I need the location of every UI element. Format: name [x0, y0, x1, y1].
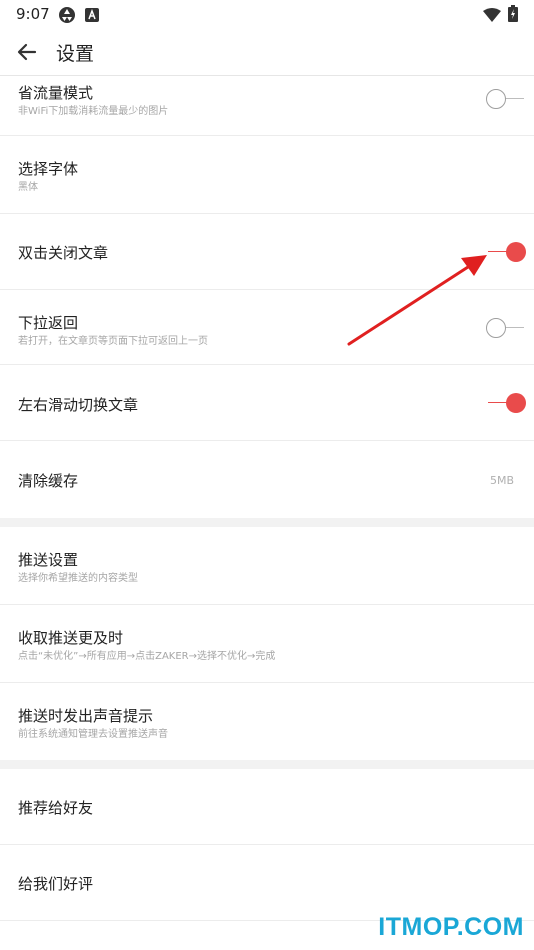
- settings-wheel-icon: [58, 6, 76, 28]
- setting-title: 下拉返回: [18, 314, 79, 332]
- cache-size: 5MB: [489, 474, 514, 487]
- settings-list: 省流量模式 非WiFi下加载消耗流量最少的图片 选择字体 黑体 双击关闭文章 下…: [0, 76, 534, 921]
- setting-pull-back[interactable]: 下拉返回 若打开，在文章页等页面下拉可返回上一页: [0, 290, 534, 365]
- setting-title: 清除缓存: [18, 472, 79, 490]
- toggle-knob: [506, 242, 526, 262]
- setting-title: 左右滑动切换文章: [18, 396, 139, 414]
- watermark: ITMOP.COM: [378, 913, 524, 941]
- setting-subtitle: 前往系统通知管理去设置推送声音: [18, 729, 168, 740]
- setting-font[interactable]: 选择字体 黑体: [0, 136, 534, 214]
- setting-title: 双击关闭文章: [18, 244, 109, 262]
- back-button[interactable]: [12, 38, 42, 66]
- setting-subtitle: 非WiFi下加载消耗流量最少的图片: [18, 106, 169, 117]
- setting-title: 推送设置: [18, 551, 79, 569]
- arrow-left-icon: [17, 43, 37, 61]
- double-tap-close-toggle[interactable]: [486, 242, 526, 262]
- wifi-icon: [483, 7, 501, 26]
- pull-back-toggle[interactable]: [486, 318, 526, 338]
- setting-data-saver[interactable]: 省流量模式 非WiFi下加载消耗流量最少的图片: [0, 76, 534, 136]
- setting-clear-cache[interactable]: 清除缓存 5MB: [0, 441, 534, 518]
- setting-swipe-switch[interactable]: 左右滑动切换文章: [0, 365, 534, 441]
- setting-title: 收取推送更及时: [18, 629, 124, 647]
- toggle-knob: [486, 318, 506, 338]
- status-bar: 9:07: [0, 0, 534, 28]
- setting-title: 省流量模式: [18, 84, 94, 102]
- setting-subtitle: 黑体: [18, 182, 38, 193]
- page-title: 设置: [56, 43, 95, 65]
- section-divider: [0, 760, 534, 769]
- setting-recommend[interactable]: 推荐给好友: [0, 769, 534, 845]
- setting-double-tap-close[interactable]: 双击关闭文章: [0, 214, 534, 290]
- a-box-icon: [85, 7, 99, 26]
- setting-push-sound[interactable]: 推送时发出声音提示 前往系统通知管理去设置推送声音: [0, 683, 534, 760]
- setting-title: 推荐给好友: [18, 799, 94, 817]
- swipe-switch-toggle[interactable]: [486, 393, 526, 413]
- app-bar: 设置: [0, 28, 534, 76]
- toggle-knob: [506, 393, 526, 413]
- setting-title: 给我们好评: [18, 875, 94, 893]
- toggle-knob: [486, 89, 506, 109]
- battery-charging-icon: [508, 5, 518, 26]
- data-saver-toggle[interactable]: [486, 89, 526, 109]
- setting-push[interactable]: 推送设置 选择你希望推送的内容类型: [0, 527, 534, 605]
- setting-title: 选择字体: [18, 160, 79, 178]
- setting-rate[interactable]: 给我们好评: [0, 845, 534, 921]
- setting-subtitle: 选择你希望推送的内容类型: [18, 573, 138, 584]
- setting-title: 推送时发出声音提示: [18, 707, 154, 725]
- section-divider: [0, 518, 534, 527]
- setting-push-timely[interactable]: 收取推送更及时 点击“未优化”→所有应用→点击ZAKER→选择不优化→完成: [0, 605, 534, 683]
- setting-subtitle: 点击“未优化”→所有应用→点击ZAKER→选择不优化→完成: [18, 651, 276, 662]
- setting-subtitle: 若打开，在文章页等页面下拉可返回上一页: [18, 336, 208, 347]
- status-time: 9:07: [16, 5, 50, 23]
